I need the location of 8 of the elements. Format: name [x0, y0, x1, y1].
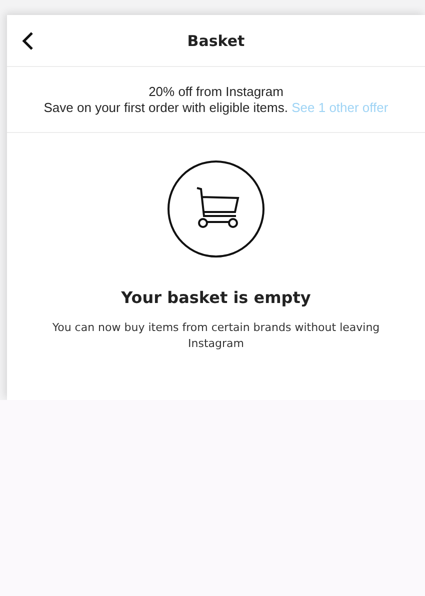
page-title: Basket — [187, 32, 245, 50]
empty-description: You can now buy items from certain brands without leaving Instagram — [51, 320, 381, 352]
cart-icon — [167, 160, 265, 258]
offer-title: 20% off from Instagram — [148, 84, 284, 100]
back-button[interactable] — [21, 31, 35, 51]
other-offer-link[interactable]: See 1 other offer — [292, 100, 388, 114]
offer-text: Save on your first order with eligible items. See 1 other offer — [44, 100, 388, 116]
empty-heading: Your basket is empty — [121, 288, 311, 307]
